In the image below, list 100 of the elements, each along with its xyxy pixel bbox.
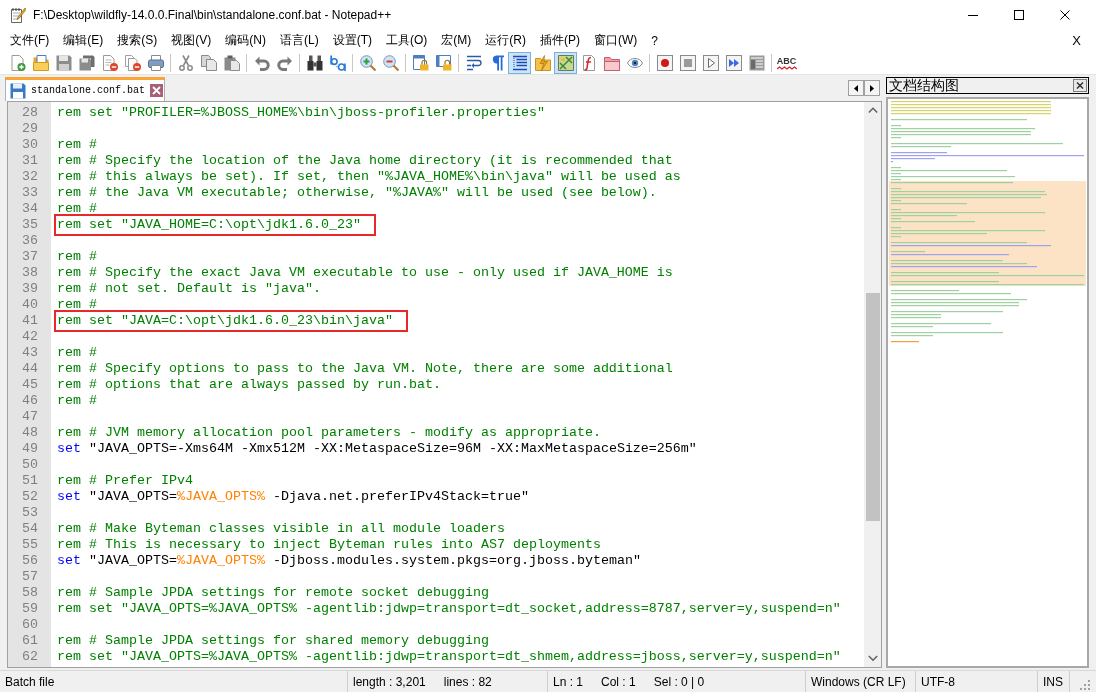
indent-guide-button[interactable] bbox=[508, 51, 531, 74]
code-line: rem # bbox=[57, 201, 97, 217]
line-number: 55 bbox=[21, 537, 39, 553]
macro-list-icon bbox=[748, 54, 765, 71]
menu-item[interactable]: 运行(R) bbox=[478, 31, 533, 50]
down-chevron-icon[interactable] bbox=[867, 655, 878, 662]
record-icon bbox=[656, 54, 673, 71]
line-number: 35 bbox=[21, 217, 39, 233]
word-wrap-icon bbox=[465, 54, 482, 71]
line-number: 46 bbox=[21, 393, 39, 409]
notepad-icon bbox=[10, 7, 26, 23]
folder-icon bbox=[603, 54, 620, 71]
code-line: rem # bbox=[57, 297, 97, 313]
close-panel-button[interactable] bbox=[1073, 79, 1087, 92]
status-text: lines : 82 bbox=[443, 674, 492, 689]
code-line: set "JAVA_OPTS=%JAVA_OPTS% -Djava.net.preferIPv4Stack=true" bbox=[57, 489, 529, 505]
code-line: rem # bbox=[57, 345, 97, 361]
clipboard-icon bbox=[223, 54, 240, 71]
menu-item[interactable]: 搜索(S) bbox=[110, 31, 165, 50]
scroll-left-button[interactable] bbox=[848, 80, 864, 96]
menu-item[interactable]: 插件(P) bbox=[533, 31, 587, 50]
menu-item[interactable]: 编码(N) bbox=[218, 31, 273, 50]
code-line: rem # Sample JPDA settings for shared memory debugging bbox=[57, 633, 489, 649]
code-line: rem # not set. Default is "java". bbox=[57, 281, 321, 297]
scrollbar-thumb[interactable] bbox=[865, 293, 880, 521]
window-title: F:\Desktop\wildfly-14.0.0.Final\bin\standalone.conf.bat - Notepad++ bbox=[33, 8, 392, 22]
floppy-disks-icon bbox=[78, 54, 95, 71]
code-line: rem set "JAVA_OPTS=%JAVA_OPTS% -agentlib:jdwp=transport=dt_socket,address=8787,server=y,suspend=n" bbox=[57, 601, 841, 617]
spell-check-button[interactable]: ABC bbox=[775, 51, 798, 74]
menu-item[interactable]: 工具(O) bbox=[379, 31, 435, 50]
code-line: rem # Prefer IPv4 bbox=[57, 473, 193, 489]
file-tab[interactable]: standalone.conf.bat bbox=[5, 77, 166, 101]
code-line: rem set "PROFILER=%JBOSS_HOME%\bin\jboss-profiler.properties" bbox=[57, 105, 545, 121]
wavy-underline-icon bbox=[776, 65, 797, 70]
line-number: 60 bbox=[21, 617, 39, 633]
line-number: 52 bbox=[21, 489, 39, 505]
status-text: UTF-8 bbox=[921, 674, 955, 689]
menu-item[interactable]: 宏(M) bbox=[434, 31, 479, 50]
menu-item[interactable]: 窗口(W) bbox=[587, 31, 645, 50]
code-line: rem # Sample JPDA settings for remote socket debugging bbox=[57, 585, 489, 601]
line-number: 28 bbox=[21, 105, 39, 121]
left-arrow-icon bbox=[854, 84, 858, 92]
code-line: rem set "JAVA_OPTS=%JAVA_OPTS% -agentlib:jdwp=transport=dt_shmem,address=jboss,server=y,suspend=n" bbox=[57, 649, 841, 665]
close-icon[interactable] bbox=[150, 84, 164, 97]
documents-close-icon bbox=[124, 54, 141, 71]
panel-title: 文档结构图 bbox=[888, 78, 959, 93]
resize-grip-icon bbox=[1080, 680, 1090, 690]
folder-icon bbox=[32, 54, 49, 71]
scroll-right-button[interactable] bbox=[864, 80, 880, 96]
document-close-icon bbox=[101, 54, 118, 71]
line-number: 47 bbox=[21, 409, 39, 425]
map-icon bbox=[557, 54, 574, 71]
status-text: Ln : 1 bbox=[553, 674, 584, 689]
line-number: 53 bbox=[21, 505, 39, 521]
code-line: set "JAVA_OPTS=%JAVA_OPTS% -Djboss.modules.system.pkgs=org.jboss.byteman" bbox=[57, 553, 641, 569]
menu-item[interactable]: 视图(V) bbox=[164, 31, 219, 50]
code-line: rem # Make Byteman classes visible in all module loaders bbox=[57, 521, 505, 537]
line-number: 39 bbox=[21, 281, 39, 297]
zoom-in-icon bbox=[359, 54, 376, 71]
window-lock-icon bbox=[412, 54, 429, 71]
code-line: set "JAVA_OPTS=-Xms64M -Xmx512M -XX:MetaspaceSize=96M -XX:MaxMetaspaceSize=256m" bbox=[57, 441, 697, 457]
line-number: 58 bbox=[21, 585, 39, 601]
play-icon bbox=[702, 54, 719, 71]
line-number: 45 bbox=[21, 377, 39, 393]
menu-item[interactable]: 编辑(E) bbox=[56, 31, 111, 50]
menu-item[interactable]: 设置(T) bbox=[325, 31, 379, 50]
close-icon bbox=[1060, 10, 1070, 20]
status-text: Batch file bbox=[5, 674, 55, 689]
redo-icon bbox=[276, 54, 293, 71]
line-number: 37 bbox=[21, 249, 39, 265]
up-chevron-icon[interactable] bbox=[867, 107, 878, 114]
map-button[interactable] bbox=[554, 51, 577, 74]
right-arrow-icon bbox=[870, 84, 874, 92]
menu-item[interactable]: 文件(F) bbox=[3, 31, 57, 50]
line-number: 38 bbox=[21, 265, 39, 281]
code-line: rem # bbox=[57, 393, 97, 409]
line-number: 49 bbox=[21, 441, 39, 457]
line-number: 56 bbox=[21, 553, 39, 569]
code-line: rem # This is necessary to inject Byteman rules into AS7 deployments bbox=[57, 537, 601, 553]
code-line: rem # Specify the exact Java VM executable to use - only used if JAVA_HOME is bbox=[57, 265, 673, 281]
vertical-scrollbar[interactable] bbox=[864, 102, 881, 667]
menu-item[interactable]: ? bbox=[644, 31, 665, 50]
line-number: 62 bbox=[21, 649, 39, 665]
code-line: rem # bbox=[57, 249, 97, 265]
code-line: rem set "JAVA=C:\opt\jdk1.6.0_23\bin\java" bbox=[57, 313, 393, 329]
line-number: 51 bbox=[21, 473, 39, 489]
status-text: Windows (CR LF) bbox=[811, 674, 906, 689]
window-lock-icon bbox=[435, 54, 452, 71]
close-document-button[interactable]: X bbox=[1065, 31, 1088, 50]
copy-icon bbox=[200, 54, 217, 71]
line-number: 29 bbox=[21, 121, 39, 137]
function-list-icon bbox=[580, 54, 597, 71]
status-text: Sel : 0 | 0 bbox=[653, 674, 705, 689]
menu-item[interactable]: 语言(L) bbox=[273, 31, 326, 50]
line-number: 33 bbox=[21, 185, 39, 201]
stop-icon bbox=[679, 54, 696, 71]
line-number: 50 bbox=[21, 457, 39, 473]
zoom-out-icon bbox=[382, 54, 399, 71]
undo-icon bbox=[253, 54, 270, 71]
line-number: 40 bbox=[21, 297, 39, 313]
